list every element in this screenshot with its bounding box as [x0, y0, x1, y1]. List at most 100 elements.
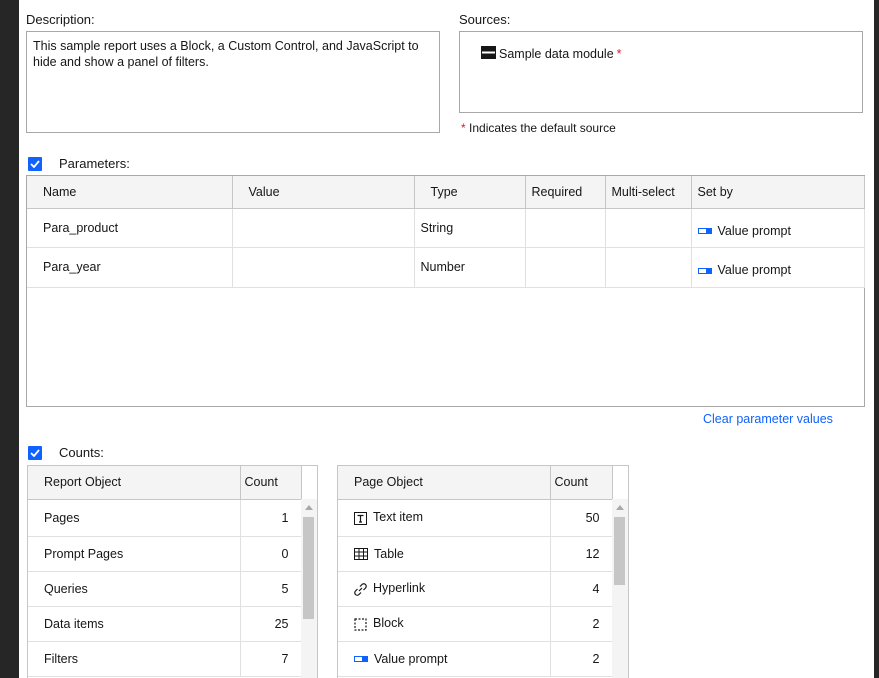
page-object-name: Block [373, 616, 404, 631]
table-row: Value prompt 2 [338, 641, 613, 677]
description-field[interactable]: This sample report uses a Block, a Custo… [26, 31, 440, 133]
default-source-marker: * [616, 47, 622, 61]
page-object-name: Value prompt [374, 651, 448, 666]
report-object-label: Pages [28, 499, 241, 537]
value-prompt-icon [697, 267, 712, 274]
table-row[interactable]: Para_year Number Value prompt [27, 247, 865, 288]
col-type[interactable]: Type [414, 176, 526, 209]
counts-checkbox[interactable] [28, 445, 42, 460]
table-row: Filters 7 [28, 641, 302, 677]
param-multi [605, 247, 692, 288]
report-objects-scrollbar[interactable] [301, 499, 317, 678]
table-row: Text item 50 [338, 499, 613, 537]
param-type: String [414, 208, 526, 248]
default-source-note: * Indicates the default source [461, 121, 616, 135]
counts-toggle[interactable]: Counts: [28, 445, 104, 460]
page-objects-scrollbar[interactable] [612, 499, 628, 678]
source-item[interactable]: Sample data module * [481, 46, 622, 62]
table-row: Block 2 [338, 606, 613, 642]
value-prompt-icon [697, 228, 712, 235]
report-object-label: Queries [28, 571, 241, 607]
col-multi-select[interactable]: Multi-select [605, 176, 692, 209]
value-prompt-icon [354, 656, 368, 663]
page-object-label: Table [338, 536, 551, 572]
page-object-label: Block [338, 606, 551, 642]
col-name[interactable]: Name [27, 176, 233, 209]
col-set-by[interactable]: Set by [691, 176, 865, 209]
report-object-count: 25 [240, 606, 302, 642]
sources-label: Sources: [459, 12, 511, 27]
set-by-label: Value prompt [717, 263, 791, 277]
table-row: Table 12 [338, 536, 613, 572]
col-value[interactable]: Value [232, 176, 415, 209]
parameters-table: Name Value Type Required Multi-select Se… [26, 175, 865, 407]
page-object-name: Table [374, 546, 404, 561]
page-objects-header: Page Object Count [338, 466, 613, 500]
page-object-count: 50 [550, 499, 613, 537]
clear-parameter-values-link[interactable]: Clear parameter values [703, 412, 833, 426]
set-by-label: Value prompt [717, 223, 791, 238]
table-icon [354, 548, 368, 561]
report-object-label: Prompt Pages [28, 536, 241, 572]
parameters-toggle[interactable]: Parameters: [28, 156, 130, 171]
table-row: Pages 1 [28, 499, 302, 537]
note-asterisk: * [461, 121, 466, 135]
scroll-up-arrow-icon[interactable] [305, 505, 313, 510]
table-row: Prompt Pages 0 [28, 536, 302, 572]
page-object-label: Text item [338, 499, 551, 537]
param-type: Number [414, 247, 526, 288]
param-value[interactable] [232, 247, 415, 288]
page-object-label: Value prompt [338, 641, 551, 677]
page-object-name: Hyperlink [373, 581, 426, 596]
param-required [525, 247, 606, 288]
description-text: This sample report uses a Block, a Custo… [33, 39, 419, 69]
param-multi [605, 208, 692, 248]
data-module-icon [481, 46, 496, 62]
page-object-count: 12 [550, 536, 613, 572]
page-object-name: Text item [373, 510, 424, 525]
col-page-object[interactable]: Page Object [338, 466, 551, 500]
param-value[interactable] [232, 208, 415, 248]
sources-list: Sample data module * [459, 31, 863, 113]
table-row[interactable]: Para_product String Value prompt [27, 208, 865, 248]
param-required [525, 208, 606, 248]
report-object-label: Filters [28, 641, 241, 677]
report-objects-table: Report Object Count Pages 1 Prompt Pages 0… [27, 465, 318, 678]
page-object-label: Hyperlink [338, 571, 551, 607]
parameters-checkbox[interactable] [28, 156, 42, 171]
page-object-count: 4 [550, 571, 613, 607]
report-object-count: 7 [240, 641, 302, 677]
param-set-by: Value prompt [691, 247, 865, 288]
table-row: Hyperlink 4 [338, 571, 613, 607]
report-object-count: 0 [240, 536, 302, 572]
col-report-object[interactable]: Report Object [28, 466, 241, 500]
report-object-count: 1 [240, 499, 302, 537]
col-count[interactable]: Count [240, 466, 302, 500]
text-item-icon [354, 511, 367, 525]
param-set-by: Value prompt [691, 208, 865, 248]
counts-label: Counts: [59, 445, 104, 460]
block-icon [354, 617, 367, 631]
report-object-count: 5 [240, 571, 302, 607]
col-required[interactable]: Required [525, 176, 606, 209]
scroll-thumb[interactable] [614, 517, 625, 585]
page-objects-table: Page Object Count Text item 50 Table 12 [337, 465, 629, 678]
parameters-label: Parameters: [59, 156, 130, 171]
scroll-thumb[interactable] [303, 517, 314, 619]
parameters-header-row: Name Value Type Required Multi-select Se… [27, 176, 865, 209]
report-objects-header: Report Object Count [28, 466, 302, 500]
report-properties-panel: Description: This sample report uses a B… [19, 0, 874, 678]
page-object-count: 2 [550, 641, 613, 677]
page-object-count: 2 [550, 606, 613, 642]
scroll-up-arrow-icon[interactable] [616, 505, 624, 510]
table-row: Queries 5 [28, 571, 302, 607]
hyperlink-icon [354, 582, 367, 596]
table-row: Data items 25 [28, 606, 302, 642]
param-name: Para_year [27, 247, 233, 288]
report-object-label: Data items [28, 606, 241, 642]
description-label: Description: [26, 12, 95, 27]
note-text: Indicates the default source [469, 121, 616, 135]
source-item-label: Sample data module [499, 47, 614, 61]
col-count[interactable]: Count [550, 466, 613, 500]
param-name: Para_product [27, 208, 233, 248]
